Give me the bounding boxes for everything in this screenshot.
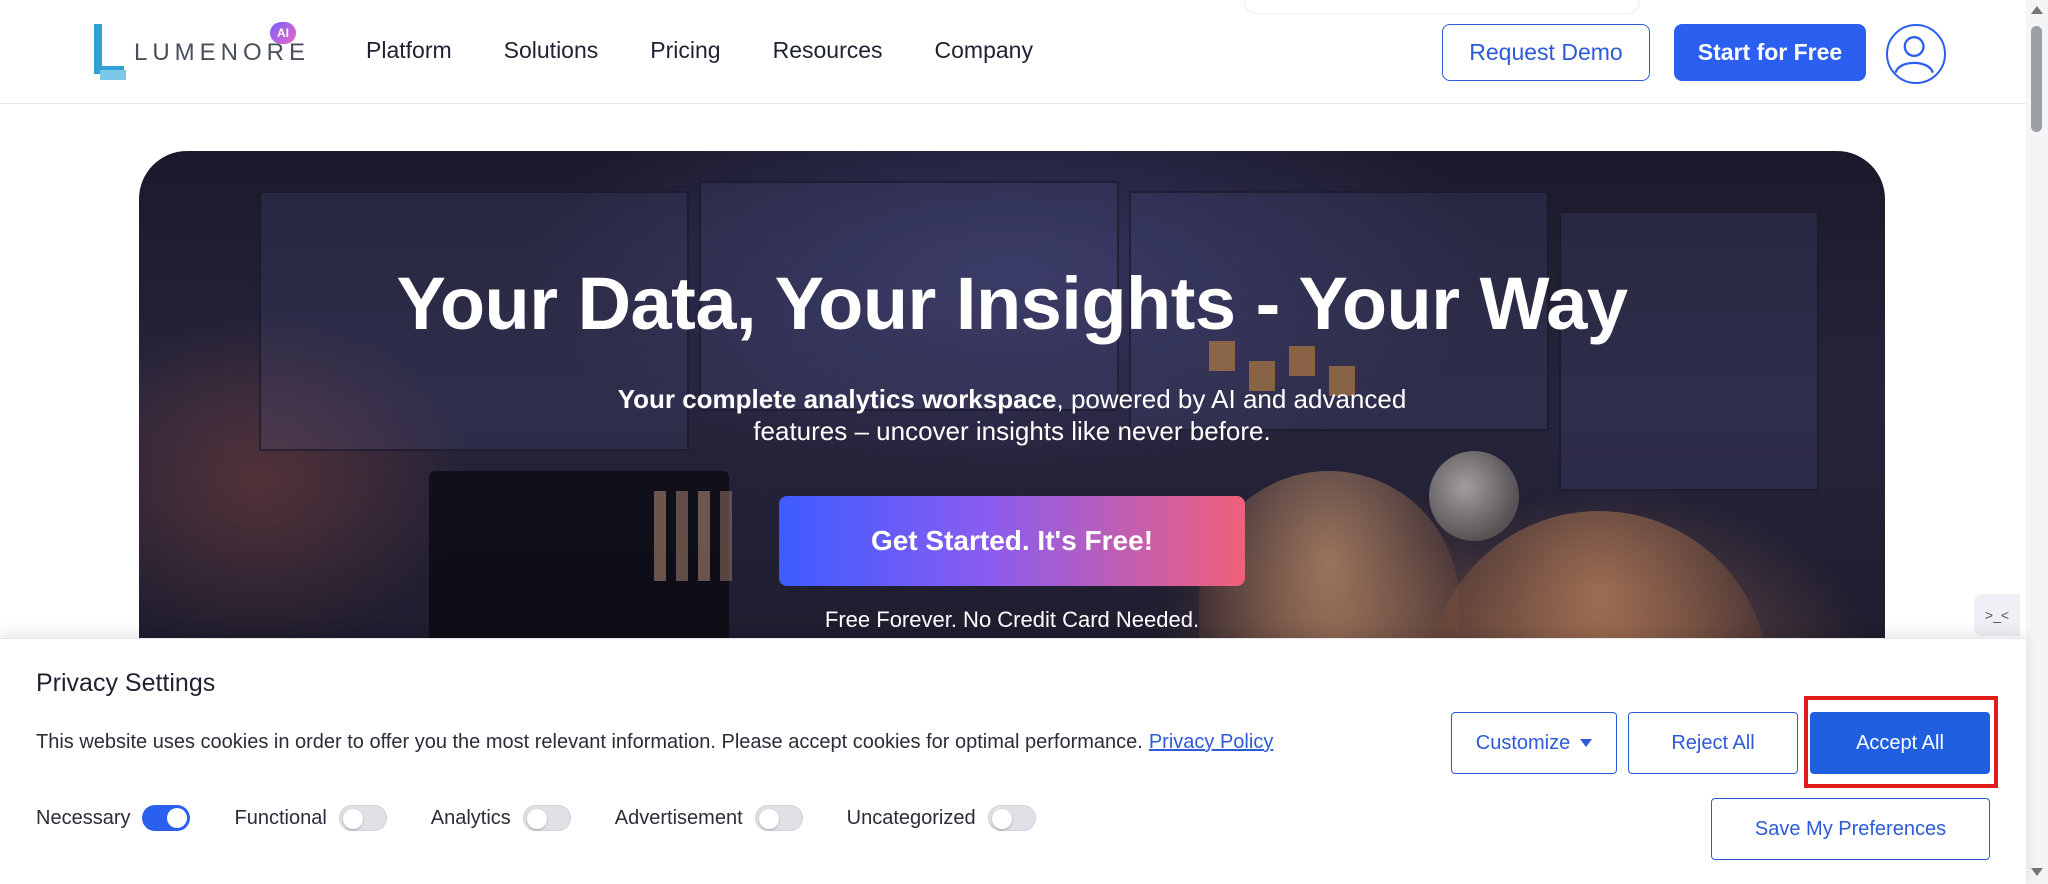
hero-subtitle-line2: features – uncover insights like never b… (753, 416, 1271, 446)
nav-solutions[interactable]: Solutions (504, 37, 599, 64)
save-preferences-button[interactable]: Save My Preferences (1711, 798, 1990, 860)
switch-knob (167, 808, 188, 828)
site-header: LUMENORE AI Platform Solutions Pricing R… (0, 0, 2026, 104)
customize-button[interactable]: Customize (1451, 712, 1617, 774)
uncategorized-switch[interactable] (987, 805, 1036, 831)
necessary-switch[interactable] (142, 805, 191, 831)
accept-all-button[interactable]: Accept All (1810, 712, 1990, 774)
cookie-text: This website uses cookies in order to of… (36, 731, 1273, 754)
switch-knob (526, 809, 547, 829)
toggle-label: Uncategorized (846, 806, 976, 829)
user-circle-icon (1894, 36, 1934, 74)
switch-knob (758, 809, 779, 829)
toggle-uncategorized: Uncategorized (847, 805, 1036, 831)
cookie-title: Privacy Settings (36, 669, 216, 697)
hero-subtitle-bold: Your complete analytics workspace (617, 384, 1057, 414)
scroll-down-arrow-icon[interactable] (2031, 868, 2043, 876)
hero-bg-ball (1429, 451, 1519, 541)
cookie-toggles: Necessary Functional Analytics Advertise… (36, 805, 1080, 831)
toggle-necessary: Necessary (36, 805, 191, 831)
scroll-thumb[interactable] (2031, 26, 2042, 132)
hero-subtitle: Your complete analytics workspace, power… (139, 383, 1885, 447)
nav-resources[interactable]: Resources (773, 37, 883, 64)
hero-bg-note (1289, 346, 1315, 376)
logo-ai-badge: AI (270, 22, 296, 44)
toggle-label: Analytics (430, 806, 511, 829)
functional-switch[interactable] (338, 805, 387, 831)
code-tab-icon[interactable]: >_< (1974, 594, 2020, 636)
scroll-up-arrow-icon[interactable] (2031, 6, 2043, 14)
privacy-policy-link[interactable]: Privacy Policy (1149, 731, 1273, 753)
reject-all-button[interactable]: Reject All (1628, 712, 1798, 774)
cookie-banner: Privacy Settings This website uses cooki… (0, 638, 2026, 884)
toggle-analytics: Analytics (431, 805, 571, 831)
toggle-advertisement: Advertisement (615, 805, 803, 831)
request-demo-button[interactable]: Request Demo (1442, 24, 1650, 81)
get-started-button[interactable]: Get Started. It's Free! (779, 496, 1245, 586)
user-avatar[interactable] (1886, 24, 1946, 84)
hero-section: Your Data, Your Insights - Your Way Your… (139, 151, 1885, 711)
toggle-label: Functional (234, 806, 327, 829)
toggle-functional: Functional (234, 805, 387, 831)
cookie-description: This website uses cookies in order to of… (36, 731, 1143, 753)
switch-knob (991, 809, 1012, 829)
start-free-button[interactable]: Start for Free (1674, 24, 1866, 81)
switch-knob (342, 809, 363, 829)
logo[interactable]: LUMENORE AI (94, 22, 305, 84)
toggle-label: Necessary (36, 806, 131, 829)
page-scrollbar[interactable] (2026, 0, 2048, 884)
hero-bg-window (1559, 211, 1819, 491)
top-overlay-edge (1244, 0, 1640, 14)
hero-subtitle-rest: , powered by AI and advanced (1056, 384, 1407, 414)
advertisement-switch[interactable] (754, 805, 803, 831)
nav-pricing[interactable]: Pricing (650, 37, 720, 64)
customize-label: Customize (1475, 731, 1571, 754)
analytics-switch[interactable] (522, 805, 571, 831)
main-nav: Platform Solutions Pricing Resources Com… (366, 0, 1033, 100)
logo-mark-icon (94, 24, 126, 80)
hero-title: Your Data, Your Insights - Your Way (396, 262, 1628, 345)
nav-platform[interactable]: Platform (366, 37, 452, 64)
caret-down-icon (1580, 739, 1593, 747)
nav-company[interactable]: Company (935, 37, 1033, 64)
hero-bg-bars (654, 491, 732, 581)
toggle-label: Advertisement (614, 806, 743, 829)
hero-note: Free Forever. No Credit Card Needed. (824, 607, 1200, 632)
